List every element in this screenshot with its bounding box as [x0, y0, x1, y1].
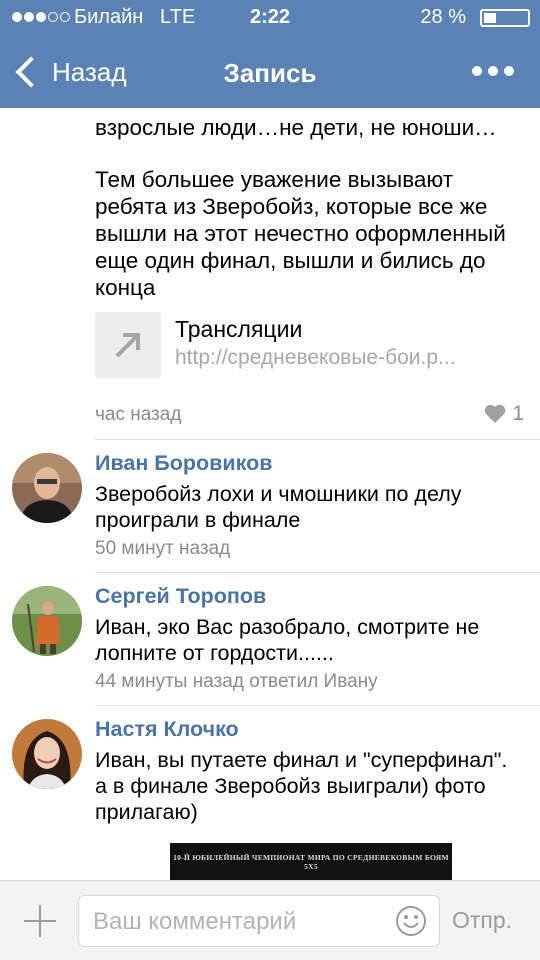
comment-text: Иван, вы путаете финал и "суперфинал". а… — [95, 748, 508, 824]
avatar[interactable] — [12, 453, 82, 523]
avatar[interactable] — [12, 586, 82, 656]
page-title: Запись — [223, 58, 317, 88]
comment-text: Зверобойз лохи и чмошники по делу проигр… — [95, 482, 462, 532]
arrow-up-right-icon — [95, 312, 161, 378]
like-count: 1 — [512, 402, 524, 425]
comment-author[interactable]: Настя Клочко — [95, 717, 239, 742]
link-attachment[interactable]: Трансляции http://средневековые-бои.р... — [95, 312, 525, 378]
comment-meta: 50 минут назад — [95, 538, 231, 559]
divider — [95, 705, 540, 706]
status-bar: Билайн LTE 2:22 28 % — [0, 0, 540, 36]
like-button[interactable]: 1 — [484, 402, 524, 426]
heart-icon — [485, 404, 506, 423]
more-dots-icon[interactable] — [472, 66, 514, 76]
link-url: http://средневековые-бои.р... — [175, 346, 456, 369]
photo-caption: 10-Й ЮБИЛЕЙНЫЙ ЧЕМПИОНАТ МИРА ПО СРЕДНЕВ… — [173, 853, 449, 871]
smiley-icon[interactable] — [395, 905, 427, 937]
comment-text: Иван, эко Вас разобрало, смотрите не лоп… — [95, 615, 480, 665]
avatar[interactable] — [12, 719, 82, 789]
link-title: Трансляции — [175, 316, 303, 342]
add-attachment-icon[interactable] — [24, 905, 56, 937]
comment-author[interactable]: Сергей Торопов — [95, 584, 266, 609]
battery-icon — [480, 9, 530, 27]
divider — [95, 439, 540, 440]
comment-author[interactable]: Иван Боровиков — [95, 451, 272, 476]
post-paragraph: Тем большее уважение вызывают ребята из … — [95, 167, 506, 300]
post-time: час назад — [95, 404, 182, 425]
post-content: взрослые люди…не дети, не юноши… Тем бол… — [0, 108, 540, 880]
comment-input[interactable] — [91, 904, 385, 940]
attached-photo[interactable]: 10-Й ЮБИЛЕЙНЫЙ ЧЕМПИОНАТ МИРА ПО СРЕДНЕВ… — [170, 843, 452, 880]
comment-composer: Отпр. — [0, 880, 540, 960]
post-text-line: взрослые люди…не дети, не юноши… — [95, 115, 497, 140]
divider — [95, 572, 540, 573]
top-bar: Билайн LTE 2:22 28 % Назад Запись — [0, 0, 540, 108]
battery-percent: 28 % — [420, 6, 466, 28]
send-button[interactable]: Отпр. — [452, 907, 512, 934]
comment-meta: 44 минуты назад ответил Ивану — [95, 671, 378, 692]
comment-input-box[interactable] — [78, 895, 440, 947]
